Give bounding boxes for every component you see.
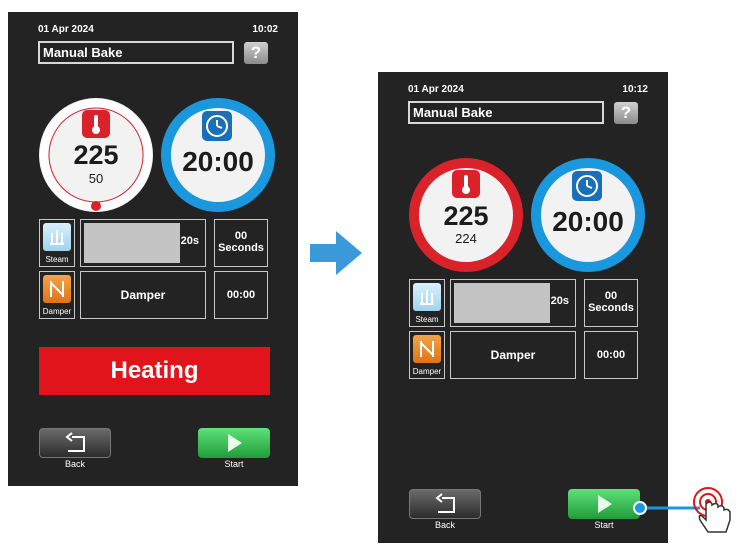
steam-value-unit: Seconds (588, 302, 634, 314)
steam-value-number: 00 (604, 290, 618, 302)
back-label: Back (434, 520, 455, 530)
damper-time[interactable]: 00:00 (214, 271, 268, 319)
start-button[interactable] (198, 428, 270, 458)
damper-time[interactable]: 00:00 (584, 331, 638, 379)
touch-hand-icon (630, 480, 738, 547)
controller-screen-before: 01 Apr 2024 10:02 Manual Bake ? 225 50 2… (8, 12, 298, 486)
transition-arrow-icon (308, 228, 366, 283)
damper-setting[interactable]: Damper (80, 271, 206, 319)
steam-value[interactable]: 00 Seconds (214, 219, 268, 267)
steam-bar-text: 20s (550, 295, 569, 307)
damper-label: Damper (42, 307, 72, 316)
steam-button[interactable]: Steam (39, 219, 75, 267)
steam-value-unit: Seconds (218, 242, 264, 254)
steam-duration-bar[interactable]: 20s (80, 219, 206, 267)
date-display: 01 Apr 2024 (408, 84, 464, 95)
thermometer-icon (82, 110, 110, 138)
steam-label: Steam (415, 315, 439, 324)
controller-screen-after: 01 Apr 2024 10:12 Manual Bake ? 225 224 … (378, 72, 668, 543)
clock-icon (572, 171, 602, 201)
thermometer-icon (452, 170, 480, 198)
steam-bar-text: 20s (180, 235, 199, 247)
clock-icon (202, 111, 232, 141)
damper-icon (43, 275, 71, 303)
help-button[interactable]: ? (614, 102, 638, 124)
steam-icon (413, 283, 441, 311)
back-arrow-icon (65, 432, 85, 452)
timer-value: 20:00 (552, 206, 624, 237)
steam-bar-fill (84, 223, 180, 263)
temperature-dial[interactable]: 225 50 (39, 98, 153, 212)
steam-icon (43, 223, 71, 251)
damper-button[interactable]: Damper (39, 271, 75, 319)
steam-value-number: 00 (234, 230, 248, 242)
steam-bar-fill (454, 283, 550, 323)
temperature-dial[interactable]: 225 224 (409, 158, 523, 272)
steam-button[interactable]: Steam (409, 279, 445, 327)
back-arrow-icon (435, 493, 455, 513)
back-label: Back (64, 459, 85, 469)
damper-button[interactable]: Damper (409, 331, 445, 379)
start-label: Start (224, 459, 244, 469)
date-display: 01 Apr 2024 (38, 24, 94, 35)
set-temperature: 225 (443, 201, 489, 231)
program-title: Manual Bake (38, 41, 234, 64)
help-icon: ? (250, 43, 262, 62)
play-icon (228, 434, 242, 452)
steam-duration-bar[interactable]: 20s (450, 279, 576, 327)
current-temperature: 224 (455, 231, 477, 246)
damper-setting[interactable]: Damper (450, 331, 576, 379)
timer-value: 20:00 (182, 146, 254, 177)
time-display: 10:12 (622, 84, 648, 95)
damper-icon (413, 335, 441, 363)
help-button[interactable]: ? (244, 42, 268, 64)
back-button[interactable] (409, 489, 481, 519)
steam-label: Steam (45, 255, 69, 264)
status-heating-banner: Heating (39, 347, 270, 395)
timer-dial[interactable]: 20:00 (531, 158, 645, 272)
current-temperature: 50 (88, 171, 104, 186)
time-display: 10:02 (252, 24, 278, 35)
steam-value[interactable]: 00 Seconds (584, 279, 638, 327)
damper-label: Damper (412, 367, 442, 376)
timer-dial[interactable]: 20:00 (161, 98, 275, 212)
set-temperature: 225 (73, 140, 119, 170)
program-title: Manual Bake (408, 101, 604, 124)
help-icon: ? (620, 103, 632, 122)
back-button[interactable] (39, 428, 111, 458)
